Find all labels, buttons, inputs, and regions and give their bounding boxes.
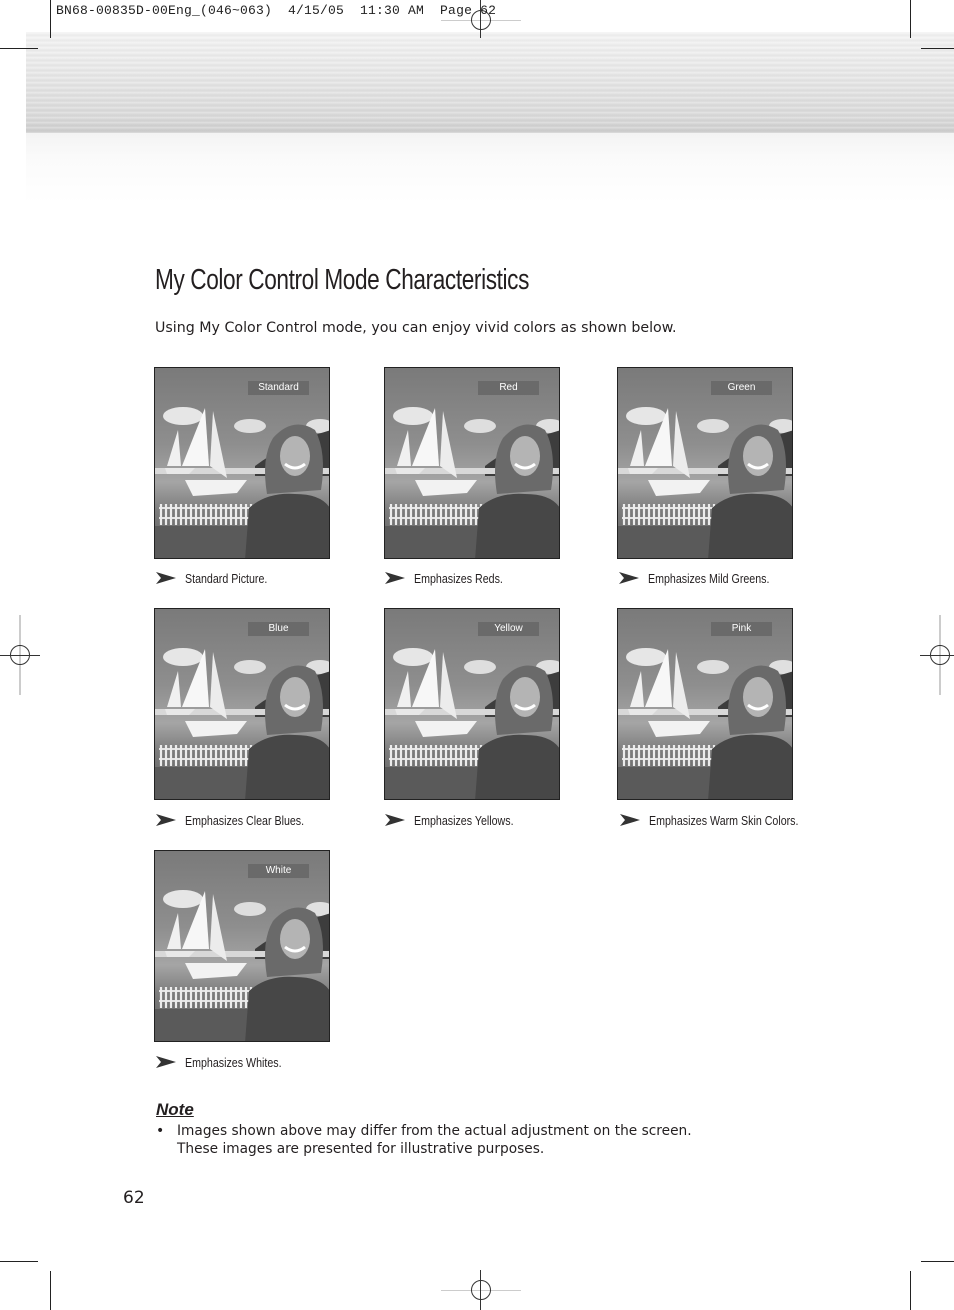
crop-mark	[910, 1271, 911, 1310]
crop-mark	[0, 1261, 38, 1262]
mode-caption: Emphasizes Mild Greens.	[619, 569, 796, 587]
arrowhead-right-icon	[620, 814, 640, 826]
header-banner-fade	[26, 133, 954, 203]
print-slug: BN68-00835D-00Eng_(046~063) 4/15/05 11:3…	[56, 3, 497, 18]
crop-mark	[910, 0, 911, 38]
crop-mark	[50, 0, 51, 38]
mode-label-badge: Standard	[248, 381, 309, 395]
mode-caption: Emphasizes Clear Blues.	[156, 811, 330, 829]
bullet-icon: •	[156, 1123, 165, 1139]
mode-label-badge: Pink	[711, 622, 772, 636]
mode-sample-yellow: Yellow	[384, 608, 560, 800]
mode-caption: Emphasizes Yellows.	[385, 811, 535, 829]
arrowhead-right-icon	[385, 572, 405, 584]
note-line: These images are presented for illustrat…	[177, 1141, 545, 1157]
arrowhead-right-icon	[156, 1056, 176, 1068]
intro-text: Using My Color Control mode, you can enj…	[155, 320, 677, 336]
crop-mark	[50, 1271, 51, 1310]
crop-mark	[921, 48, 954, 49]
page-title: My Color Control Mode Characteristics	[155, 264, 529, 296]
sample-photo	[155, 407, 329, 558]
mode-sample-red: Red	[384, 367, 560, 559]
crop-mark	[0, 48, 38, 49]
mode-caption: Emphasizes Whites.	[156, 1053, 303, 1071]
mode-caption: Standard Picture.	[156, 569, 285, 587]
note-line: Images shown above may differ from the a…	[177, 1123, 692, 1139]
mode-label-badge: White	[248, 864, 309, 878]
page-number: 62	[123, 1188, 145, 1208]
mode-label-badge: Yellow	[478, 622, 539, 636]
crop-mark	[921, 1261, 954, 1262]
mode-sample-pink: Pink	[617, 608, 793, 800]
sample-photo	[385, 648, 559, 799]
mode-label-badge: Red	[478, 381, 539, 395]
arrowhead-right-icon	[619, 572, 639, 584]
arrowhead-right-icon	[156, 814, 176, 826]
sample-photo	[155, 648, 329, 799]
header-banner	[26, 32, 954, 133]
arrowhead-right-icon	[156, 572, 176, 584]
sample-photo	[155, 890, 329, 1041]
mode-sample-standard: Standard	[154, 367, 330, 559]
sample-photo	[618, 648, 792, 799]
mode-sample-green: Green	[617, 367, 793, 559]
mode-label-badge: Green	[711, 381, 772, 395]
mode-caption: Emphasizes Warm Skin Colors.	[620, 811, 831, 829]
sample-photo	[618, 407, 792, 558]
mode-label-badge: Blue	[248, 622, 309, 636]
mode-caption: Emphasizes Reds.	[385, 569, 522, 587]
arrowhead-right-icon	[385, 814, 405, 826]
note-heading: Note	[156, 1100, 194, 1119]
mode-sample-white: White	[154, 850, 330, 1042]
sample-photo	[385, 407, 559, 558]
mode-sample-blue: Blue	[154, 608, 330, 800]
